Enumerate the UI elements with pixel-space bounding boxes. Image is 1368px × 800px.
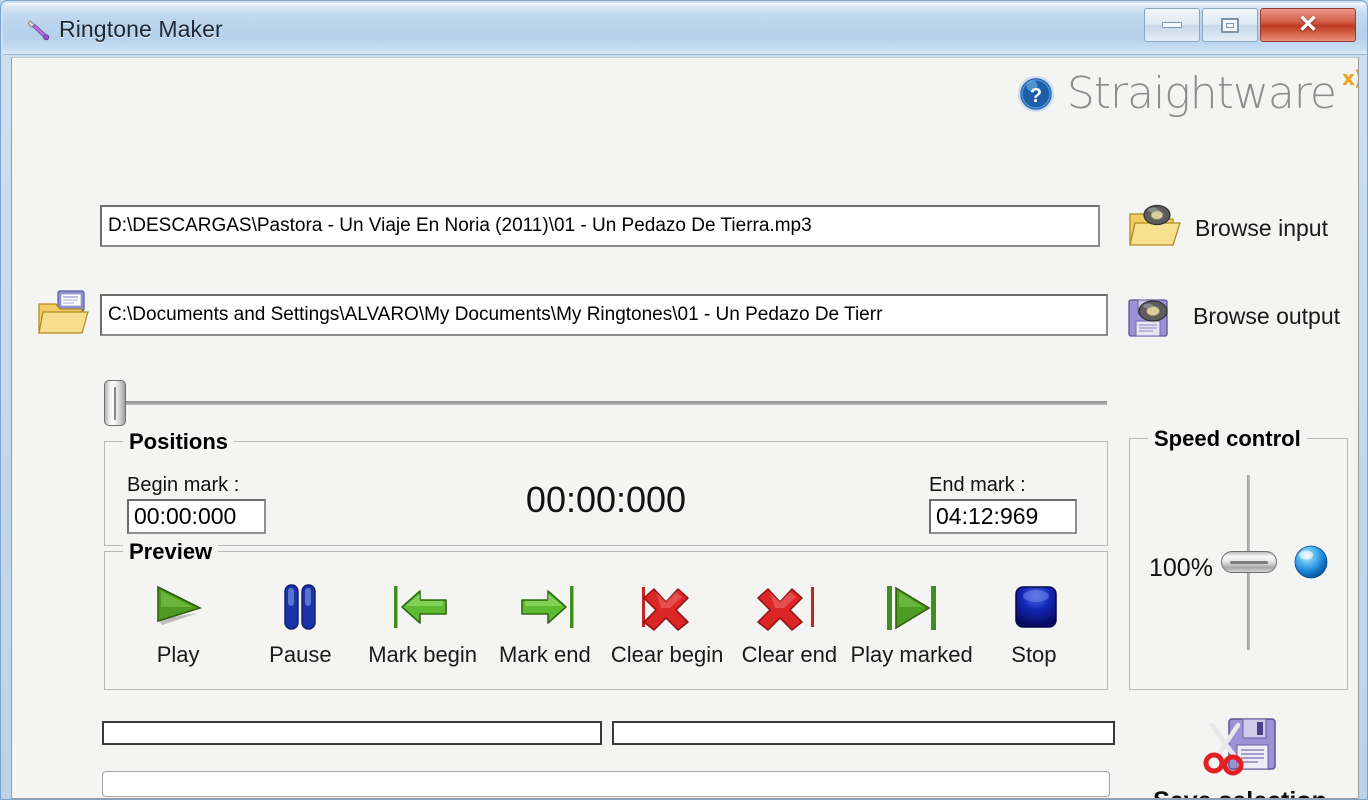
maximize-button[interactable] [1202,8,1258,42]
pause-bars-icon [270,580,330,636]
mark-begin-label: Mark begin [368,642,478,667]
clear-begin-button[interactable]: Clear begin [606,580,728,668]
positions-group: Positions Begin mark : 00:00:000 00:00:0… [104,429,1108,546]
wrench-icon [25,17,51,43]
progress-bar [102,771,1110,797]
mark-end-label: Mark end [499,642,591,667]
browse-output-button[interactable]: Browse output [1125,292,1340,340]
speed-slider-thumb[interactable] [1221,551,1277,573]
positions-group-title: Positions [123,429,235,455]
play-marked-icon [879,580,945,636]
stop-label: Stop [1011,642,1057,667]
clear-begin-x-icon [634,580,700,636]
play-marked-label: Play marked [850,642,973,667]
minimize-button[interactable] [1144,8,1200,42]
browse-output-label: Browse output [1193,302,1341,329]
position-slider-track[interactable] [118,401,1107,405]
save-selection-button[interactable]: Save selection [1140,713,1340,798]
input-path-field[interactable]: D:\DESCARGAS\Pastora - Un Viaje En Noria… [100,205,1100,247]
blue-sphere-icon[interactable] [1293,544,1329,580]
speed-control-group-title: Speed control [1148,426,1307,452]
app-window: Ringtone Maker ✕ ? Straightware x D:\DES… [0,0,1368,800]
preview-group: Preview Play Pause Mark begin Mark end C… [104,539,1108,690]
stop-square-icon [1004,580,1064,636]
arrow-left-mark-icon [390,580,456,636]
output-folder-icon [36,288,94,340]
end-mark-field[interactable]: 04:12:969 [929,499,1077,534]
floppy-disc-icon [1125,292,1179,340]
clear-end-button[interactable]: Clear end [728,580,850,668]
browse-input-button[interactable]: Browse input [1127,204,1328,252]
brand-superscript: x) [1341,66,1358,90]
arrow-right-mark-icon [512,580,578,636]
brand-name: Straightware x) [1067,68,1358,116]
mark-begin-button[interactable]: Mark begin [362,580,484,668]
brand-logo: ? Straightware x) [1017,68,1358,116]
preview-group-title: Preview [123,539,219,565]
client-area: ? Straightware x) D:\DESCARGAS\Pastora -… [11,57,1359,799]
floppy-scissors-icon [1197,713,1283,785]
maximize-icon [1221,17,1239,33]
title-bar[interactable]: Ringtone Maker ✕ [3,3,1367,55]
play-marked-button[interactable]: Play marked [851,580,973,668]
save-selection-label: Save selection [1153,787,1327,798]
stop-button[interactable]: Stop [973,580,1095,668]
mark-end-button[interactable]: Mark end [484,580,606,668]
end-mark-label: End mark : [929,474,1026,496]
status-box-right [612,721,1115,745]
pause-label: Pause [269,642,332,667]
close-icon: ✕ [1297,11,1319,38]
output-path-field[interactable]: C:\Documents and Settings\ALVARO\My Docu… [100,294,1108,336]
minimize-icon [1162,22,1182,28]
clear-begin-label: Clear begin [610,642,724,667]
preview-button-row: Play Pause Mark begin Mark end Clear beg… [117,580,1095,668]
play-label: Play [156,642,200,667]
help-question-icon[interactable]: ? [1017,75,1055,113]
speed-control-group: Speed control 100% [1129,426,1348,690]
play-button[interactable]: Play [117,580,239,668]
clear-end-x-icon [756,580,822,636]
status-box-left [102,721,602,745]
speed-percent-label: 100% [1149,554,1213,582]
folder-open-disc-icon [1127,204,1181,252]
position-slider-thumb[interactable] [104,380,126,426]
brand-name-text: Straightware [1066,68,1337,119]
browse-input-label: Browse input [1195,214,1328,241]
position-slider[interactable] [104,380,1107,426]
pause-button[interactable]: Pause [239,580,361,668]
window-title: Ringtone Maker [59,16,223,42]
close-button[interactable]: ✕ [1260,8,1356,42]
play-triangle-icon [148,580,208,636]
clear-end-label: Clear end [741,642,838,667]
svg-text:?: ? [1030,85,1042,107]
